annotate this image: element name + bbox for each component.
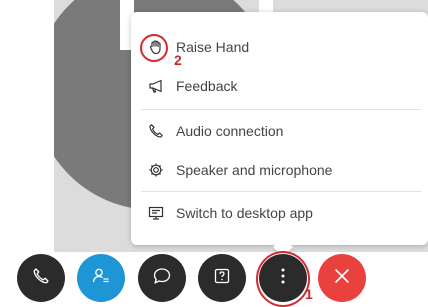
- menu-item-label: Raise Hand: [176, 39, 250, 55]
- menu-item-switch-desktop[interactable]: Switch to desktop app: [131, 196, 421, 230]
- gear-icon: [147, 161, 165, 179]
- help-icon: [212, 266, 232, 291]
- menu-item-label: Feedback: [176, 78, 238, 94]
- menu-item-speaker-microphone[interactable]: Speaker and microphone: [131, 153, 421, 187]
- annotation-circle-more-button: [256, 251, 310, 307]
- chat-bubble-icon: [152, 266, 172, 291]
- leave-meeting-button[interactable]: [318, 254, 366, 302]
- menu-item-feedback[interactable]: Feedback: [131, 69, 421, 103]
- annotation-step-1: 1: [305, 286, 313, 302]
- phone-icon: [32, 267, 50, 290]
- menu-item-label: Audio connection: [176, 123, 284, 139]
- annotation-circle-raise-hand: [140, 34, 168, 62]
- participants-button[interactable]: [77, 254, 125, 302]
- chat-button[interactable]: [138, 254, 186, 302]
- menu-item-label: Switch to desktop app: [176, 205, 313, 221]
- participants-icon: [91, 266, 111, 291]
- desktop-app-icon: [147, 204, 165, 222]
- help-button[interactable]: [198, 254, 246, 302]
- audio-button[interactable]: [17, 254, 65, 302]
- menu-item-audio-connection[interactable]: Audio connection: [131, 114, 421, 148]
- annotation-step-2: 2: [174, 52, 182, 68]
- menu-item-label: Speaker and microphone: [176, 162, 333, 178]
- more-options-menu: Raise Hand Feedback Audio connection Spe…: [131, 12, 428, 245]
- menu-divider: [141, 109, 421, 110]
- menu-divider: [141, 191, 421, 192]
- phone-icon: [147, 122, 165, 140]
- close-icon: [333, 267, 351, 290]
- megaphone-icon: [147, 77, 165, 95]
